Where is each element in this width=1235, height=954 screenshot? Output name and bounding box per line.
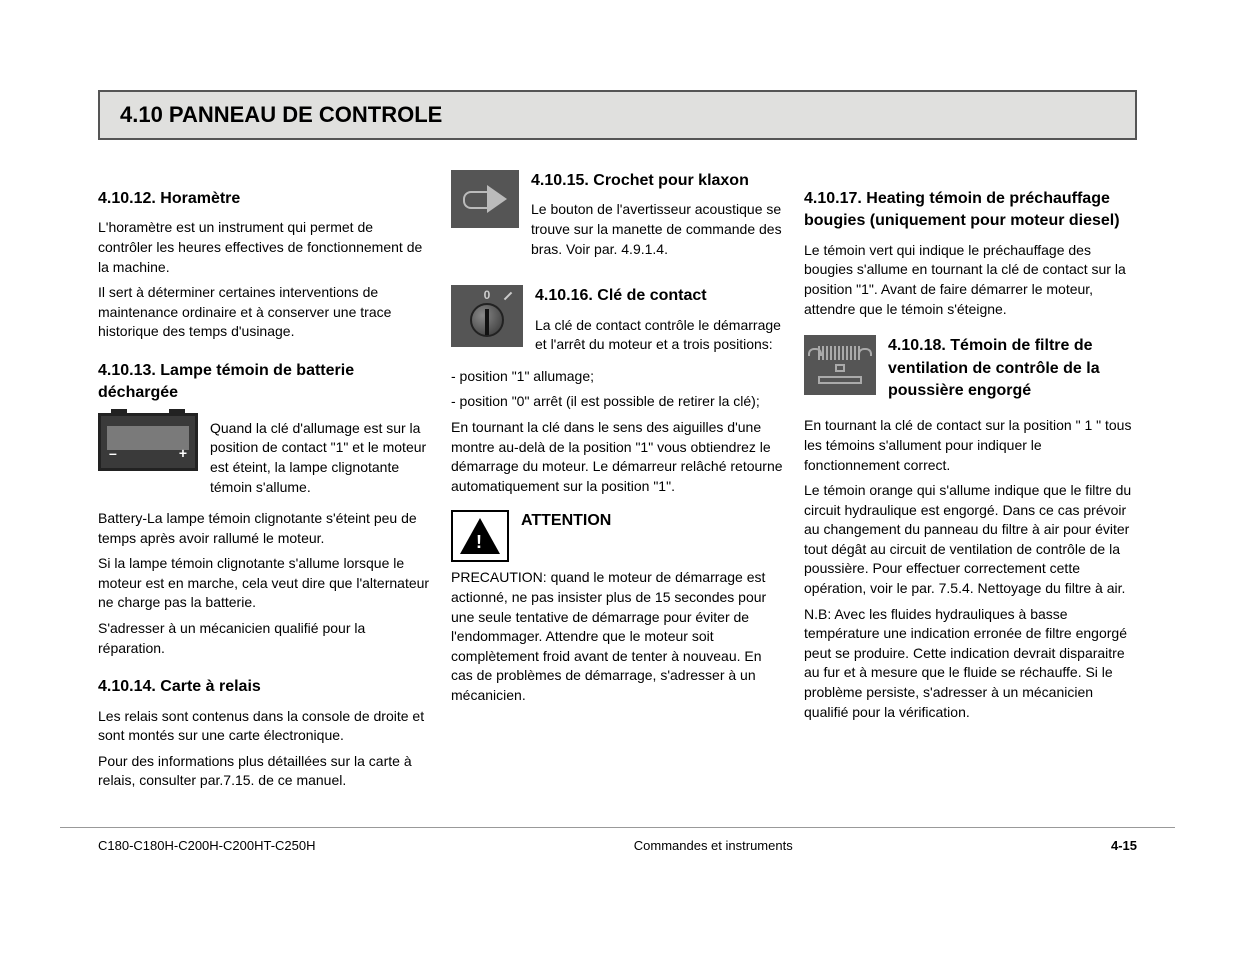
body-text: Si la lampe témoin clignotante s'allume … [98,554,431,613]
body-text: PRECAUTION: quand le moteur de démarrage… [451,568,784,705]
footer-center: Commandes et instruments [315,838,1110,853]
heading-preheat: 4.10.17. Heating témoin de préchauffage … [804,188,1137,233]
column-2: 4.10.15. Crochet pour klaxon Le bouton d… [451,170,784,797]
battery-icon: – + [98,413,198,471]
page-footer: C180-C180H-C200H-C200HT-C250H Commandes … [60,827,1175,853]
heading-attention: ATTENTION [521,510,784,532]
body-text: En tournant la clé dans le sens des aigu… [451,418,784,496]
footer-left: C180-C180H-C200H-C200HT-C250H [98,838,315,853]
heading-dust-filter: 4.10.18. Témoin de filtre de ventilation… [888,335,1137,402]
column-1: 4.10.12. Horamètre L'horamètre est un in… [98,170,431,797]
dust-filter-icon [804,335,876,395]
body-text: Quand la clé d'allumage est sur la posit… [210,419,431,497]
body-text: Il sert à déterminer certaines intervent… [98,283,431,342]
body-text: Battery-La lampe témoin clignotante s'ét… [98,509,431,548]
ignition-key-icon: 0 [451,285,523,347]
heading-relay-card: 4.10.14. Carte à relais [98,676,431,698]
body-text: S'adresser à un mécanicien qualifié pour… [98,619,431,658]
body-text: Pour des informations plus détaillées su… [98,752,431,791]
warning-icon [451,510,509,562]
horn-icon [451,170,519,228]
heading-horn: 4.10.15. Crochet pour klaxon [531,170,784,192]
heading-hourmeter: 4.10.12. Horamètre [98,188,431,210]
body-text: L'horamètre est un instrument qui permet… [98,218,431,277]
body-text: Le bouton de l'avertisseur acoustique se… [531,200,784,259]
body-text: La clé de contact contrôle le démarrage … [535,316,784,355]
list-item: - position "1" allumage; [451,367,784,387]
heading-ignition: 4.10.16. Clé de contact [535,285,784,307]
body-text: Les relais sont contenus dans la console… [98,707,431,746]
body-text: Le témoin vert qui indique le préchauffa… [804,241,1137,319]
list-item: - position "0" arrêt (il est possible de… [451,392,784,412]
body-text: N.B: Avec les fluides hydrauliques à bas… [804,605,1137,723]
heading-battery-lamp: 4.10.13. Lampe témoin de batterie déchar… [98,360,431,405]
column-3: 4.10.17. Heating témoin de préchauffage … [804,170,1137,797]
body-text: Le témoin orange qui s'allume indique qu… [804,481,1137,599]
body-text: En tournant la clé de contact sur la pos… [804,416,1137,475]
section-title: 4.10 PANNEAU DE CONTROLE [98,90,1137,140]
footer-page-number: 4-15 [1111,838,1137,853]
